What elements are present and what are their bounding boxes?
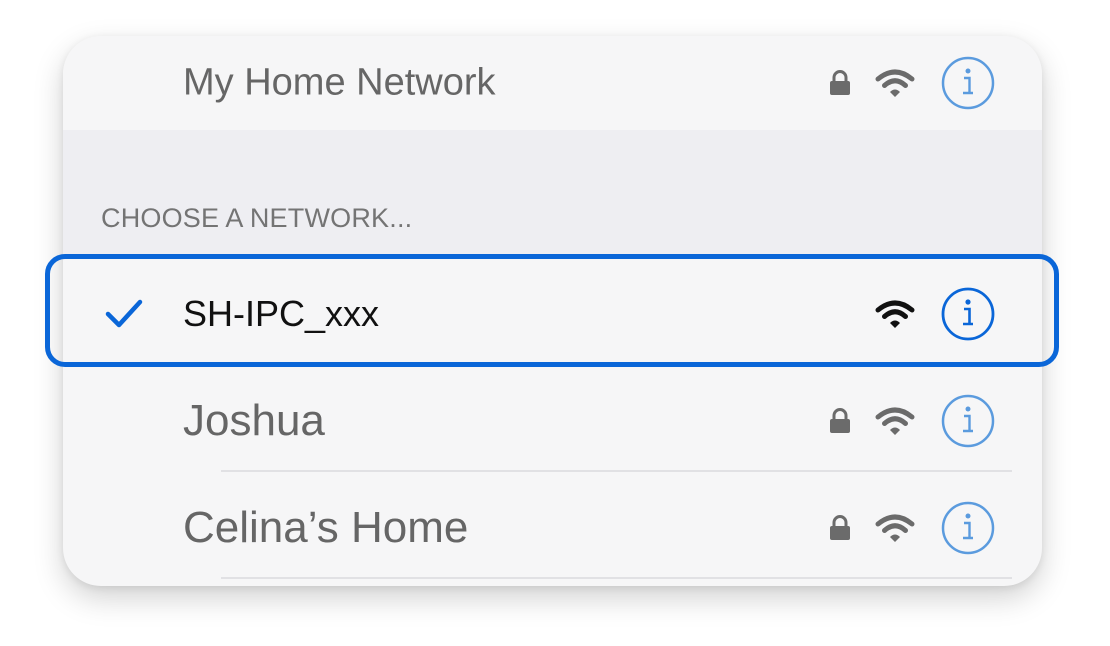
current-network-row[interactable]: My Home Network (63, 36, 1042, 130)
wifi-signal-icon (875, 69, 915, 97)
wifi-signal-icon (875, 407, 915, 435)
section-gap (63, 130, 1042, 256)
network-name: Celina’s Home (183, 503, 469, 552)
wifi-signal-icon (875, 514, 915, 542)
network-row-selected[interactable]: SH-IPC_xxx (63, 262, 1042, 366)
network-name: Joshua (183, 396, 325, 445)
lock-icon (830, 70, 850, 95)
network-name: SH-IPC_xxx (183, 293, 380, 334)
choose-network-header: CHOOSE A NETWORK... (101, 203, 413, 233)
info-icon[interactable] (940, 286, 996, 342)
network-row[interactable]: Joshua (63, 369, 1042, 473)
lock-icon (830, 408, 850, 433)
row-separator (221, 470, 1012, 472)
row-separator (221, 577, 1012, 579)
checkmark-icon (105, 299, 143, 328)
wifi-signal-icon (875, 300, 915, 328)
info-icon[interactable] (940, 55, 996, 111)
network-row[interactable]: Celina’s Home (63, 476, 1042, 580)
info-icon[interactable] (940, 393, 996, 449)
wifi-network-list: My Home Network CHOOSE A NETWORK... SH-I… (63, 36, 1042, 586)
info-icon[interactable] (940, 500, 996, 556)
current-network-name: My Home Network (183, 61, 496, 104)
lock-icon (830, 515, 850, 540)
